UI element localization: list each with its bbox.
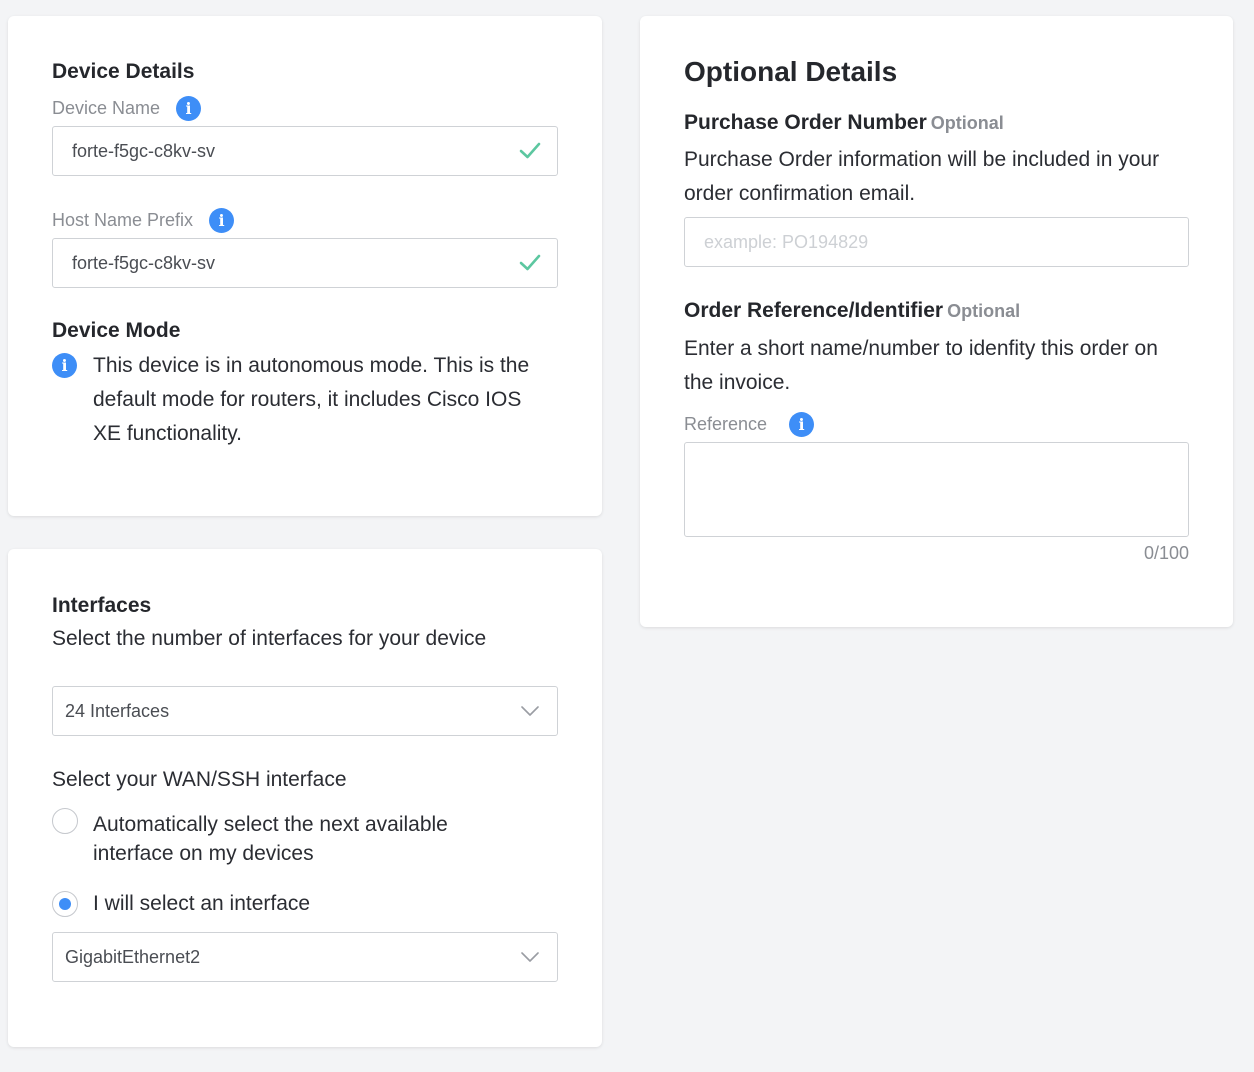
radio-auto-select[interactable]: [52, 808, 78, 834]
info-icon[interactable]: i: [789, 412, 815, 437]
device-name-input[interactable]: forte-f5gc-c8kv-sv: [52, 126, 558, 176]
ref-description: Enter a short name/number to idenfity th…: [684, 332, 1204, 400]
interfaces-subtitle: Select the number of interfaces for your…: [52, 627, 487, 650]
ref-title-row: Order Reference/Identifier Optional: [684, 299, 1020, 323]
info-icon[interactable]: i: [209, 208, 235, 233]
interfaces-title: Interfaces: [52, 594, 152, 617]
device-mode-description: This device is in autonomous mode. This …: [93, 349, 573, 451]
device-name-label: Device Name: [52, 98, 161, 118]
reference-label-row: Reference i: [684, 412, 815, 437]
info-icon: i: [52, 353, 77, 378]
interface-value: GigabitEthernet2: [65, 947, 201, 967]
po-desc-line: Purchase Order information will be inclu…: [684, 148, 1160, 171]
device-name-label-row: Device Name i: [52, 96, 202, 121]
option-auto-label[interactable]: Automatically select the next available …: [93, 810, 448, 868]
info-icon[interactable]: i: [176, 96, 202, 121]
reference-label: Reference: [684, 414, 768, 434]
interface-select[interactable]: GigabitEthernet2: [52, 932, 558, 982]
character-counter: 0/100: [1143, 543, 1189, 563]
device-mode-line: XE functionality.: [93, 422, 243, 445]
host-name-prefix-input[interactable]: forte-f5gc-c8kv-sv: [52, 238, 558, 288]
optional-tag: Optional: [947, 301, 1021, 321]
device-mode-title: Device Mode: [52, 319, 181, 342]
device-name-value: forte-f5gc-c8kv-sv: [72, 141, 216, 161]
check-icon: [519, 254, 541, 271]
po-title-row: Purchase Order Number Optional: [684, 111, 1004, 135]
order-reference-title: Order Reference/Identifier: [684, 299, 944, 322]
device-mode-line: This device is in autonomous mode. This …: [93, 354, 530, 377]
option-auto-line: interface on my devices: [93, 842, 314, 865]
host-name-prefix-label-row: Host Name Prefix i: [52, 208, 235, 233]
device-mode-line: default mode for routers, it includes Ci…: [93, 388, 522, 411]
wan-ssh-label: Select your WAN/SSH interface: [52, 768, 347, 791]
radio-manual-select[interactable]: [52, 891, 78, 917]
chevron-down-icon: [521, 706, 539, 716]
interfaces-card: Interfaces Select the number of interfac…: [8, 549, 602, 1047]
check-icon: [519, 142, 541, 159]
po-desc-line: order confirmation email.: [684, 182, 916, 205]
interface-count-select[interactable]: 24 Interfaces: [52, 686, 558, 736]
interface-count-value: 24 Interfaces: [65, 701, 170, 721]
optional-details-title: Optional Details: [684, 56, 898, 87]
po-description: Purchase Order information will be inclu…: [684, 143, 1204, 211]
device-details-title: Device Details: [52, 60, 195, 83]
option-manual-label[interactable]: I will select an interface: [93, 892, 310, 916]
reference-textarea[interactable]: [684, 442, 1189, 537]
device-details-card: Device Details Device Name i forte-f5gc-…: [8, 16, 602, 516]
purchase-order-input[interactable]: example: PO194829: [684, 217, 1189, 267]
optional-details-card: Optional Details Purchase Order Number O…: [640, 16, 1233, 627]
po-placeholder: example: PO194829: [704, 232, 869, 252]
host-name-prefix-value: forte-f5gc-c8kv-sv: [72, 253, 216, 273]
host-name-prefix-label: Host Name Prefix: [52, 210, 194, 230]
optional-tag: Optional: [930, 113, 1004, 133]
chevron-down-icon: [521, 952, 539, 962]
ref-desc-line: the invoice.: [684, 371, 791, 394]
ref-desc-line: Enter a short name/number to idenfity th…: [684, 337, 1158, 360]
option-auto-line: Automatically select the next available: [93, 813, 448, 836]
po-title: Purchase Order Number: [684, 111, 927, 134]
